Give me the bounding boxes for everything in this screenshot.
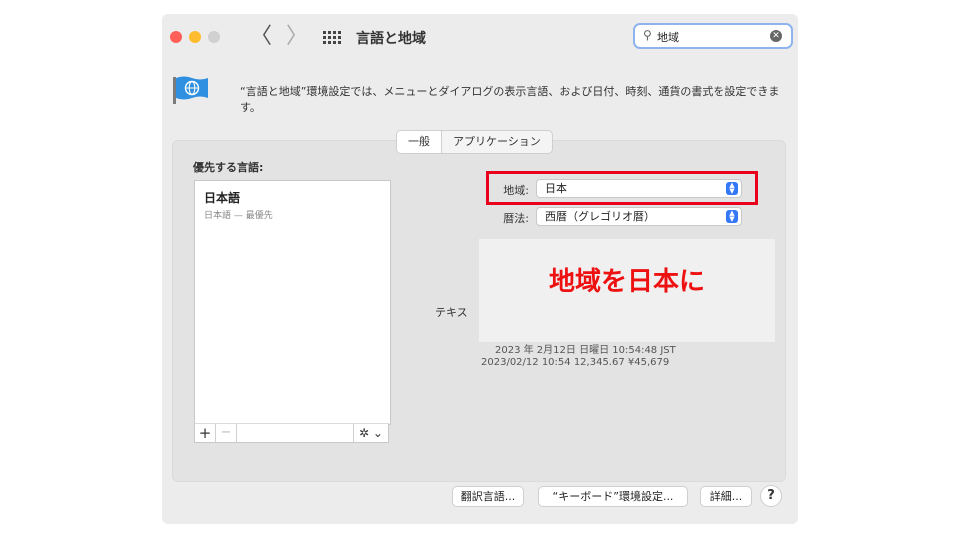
list-toolbar: + − ✲ ⌄ xyxy=(194,423,389,443)
annotation-caption: 地域を日本に xyxy=(548,267,705,297)
globe-flag-icon xyxy=(173,76,208,104)
text-direction-label: テキス xyxy=(435,306,468,319)
keyboard-preferences-button[interactable]: “キーボード”環境設定... xyxy=(538,486,688,507)
clear-search-icon[interactable]: ✕ xyxy=(770,30,782,42)
search-input[interactable] xyxy=(657,28,767,46)
annotation-overlay: 地域を日本に xyxy=(479,239,775,342)
forward-button[interactable]: 〉 xyxy=(286,23,308,51)
title-bar: 〈 〉 言語と地域 ⚲ ✕ xyxy=(162,14,798,62)
tab-general[interactable]: 一般 xyxy=(397,131,442,153)
search-icon: ⚲ xyxy=(643,28,652,42)
gear-icon[interactable]: ✲ ⌄ xyxy=(353,424,388,442)
calendar-label: 暦法: xyxy=(503,212,529,225)
preferences-window: 〈 〉 言語と地域 ⚲ ✕ “言語と地域”環境設定では、メニューとダイアログの表… xyxy=(162,14,798,524)
add-language-button[interactable]: + xyxy=(195,424,216,442)
number-sample: 2023/02/12 10:54 12,345.67 ¥45,679 xyxy=(481,357,670,368)
back-button[interactable]: 〈 xyxy=(250,23,272,51)
description-text: “言語と地域”環境設定では、メニューとダイアログの表示言語、および日付、時刻、通… xyxy=(240,85,780,114)
date-sample: 2023 年 2月12日 日曜日 10:54:48 JST xyxy=(495,345,676,356)
search-field[interactable]: ⚲ ✕ xyxy=(633,23,793,49)
remove-language-button[interactable]: − xyxy=(216,424,237,442)
preferred-languages-label: 優先する言語: xyxy=(193,161,264,174)
updown-chevron-icon: ▲ ▼ xyxy=(726,210,738,223)
tab-bar: 一般 アプリケーション xyxy=(396,130,553,154)
list-item[interactable]: 日本語 日本語 — 最優先 xyxy=(204,189,273,221)
language-name: 日本語 xyxy=(204,191,241,205)
show-all-grid-icon[interactable] xyxy=(323,31,341,44)
close-window-button[interactable] xyxy=(170,31,182,43)
language-list[interactable]: 日本語 日本語 — 最優先 xyxy=(194,180,391,425)
tab-applications[interactable]: アプリケーション xyxy=(442,131,552,153)
translation-languages-button[interactable]: 翻訳言語... xyxy=(452,486,524,507)
minimize-window-button[interactable] xyxy=(189,31,201,43)
calendar-popup[interactable]: 西暦（グレゴリオ暦） ▲ ▼ xyxy=(536,207,742,226)
advanced-button[interactable]: 詳細... xyxy=(700,486,752,507)
help-button[interactable]: ? xyxy=(760,485,782,507)
language-subtitle: 日本語 — 最優先 xyxy=(204,211,273,221)
window-title: 言語と地域 xyxy=(356,31,426,47)
highlight-box xyxy=(486,171,758,205)
calendar-value: 西暦（グレゴリオ暦） xyxy=(545,210,655,223)
zoom-window-button[interactable] xyxy=(208,31,220,43)
